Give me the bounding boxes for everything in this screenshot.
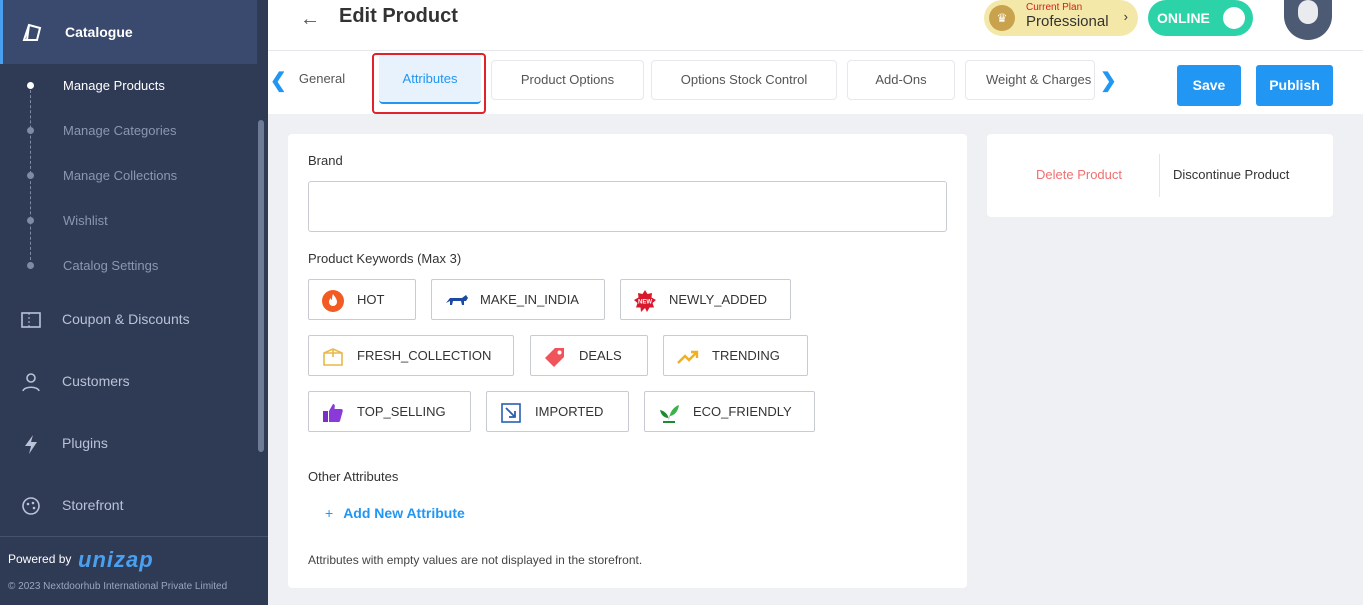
tab-product-options[interactable]: Product Options	[491, 60, 644, 100]
keyword-chip-trending[interactable]: TRENDING	[663, 335, 808, 376]
sidebar-item-catalogue[interactable]: Catalogue	[0, 0, 257, 64]
sidebar-item-label: Catalogue	[65, 24, 133, 40]
lion-icon	[444, 289, 468, 311]
powered-by-label: Powered by	[8, 552, 72, 566]
brand-label: Brand	[308, 153, 343, 168]
import-icon	[499, 401, 523, 423]
keyword-label: TOP_SELLING	[357, 404, 446, 419]
keyword-label: MAKE_IN_INDIA	[480, 292, 579, 307]
brand-input[interactable]	[308, 181, 947, 232]
box-icon	[321, 345, 345, 367]
page-title: Edit Product	[339, 5, 458, 27]
submenu-manage-categories[interactable]: Manage Categories	[63, 123, 176, 138]
divider	[1159, 154, 1160, 197]
keyword-chip-fresh-collection[interactable]: FRESH_COLLECTION	[308, 335, 514, 376]
plus-icon: +	[325, 505, 334, 521]
keyword-label: DEALS	[579, 348, 622, 363]
keyword-chip-newly-added[interactable]: NEW NEWLY_ADDED	[620, 279, 791, 320]
catalogue-icon	[21, 22, 43, 47]
keyword-label: HOT	[357, 292, 385, 307]
add-new-attribute-button[interactable]: + Add New Attribute	[325, 505, 465, 521]
tag-icon	[543, 345, 567, 367]
submenu-dot	[27, 217, 34, 224]
tab-add-ons[interactable]: Add-Ons	[847, 60, 955, 100]
keyword-chip-imported[interactable]: IMPORTED	[486, 391, 629, 432]
keyword-label: NEWLY_ADDED	[669, 292, 768, 307]
submenu-manage-collections[interactable]: Manage Collections	[63, 168, 177, 183]
tab-general[interactable]: General	[284, 60, 360, 100]
sidebar-footer: Powered by unizap © 2023 Nextdoorhub Int…	[0, 536, 268, 605]
publish-button[interactable]: Publish	[1256, 65, 1333, 106]
keyword-label: ECO_FRIENDLY	[693, 404, 792, 419]
plan-name: Professional	[1026, 13, 1109, 30]
keyword-chip-eco-friendly[interactable]: ECO_FRIENDLY	[644, 391, 815, 432]
keyword-chip-hot[interactable]: HOT	[308, 279, 416, 320]
attributes-note: Attributes with empty values are not dis…	[308, 553, 643, 567]
current-plan-badge[interactable]: ♛ Current Plan Professional ›	[984, 0, 1138, 36]
tab-highlight-box	[372, 53, 486, 114]
sidebar: Catalogue Manage Products Manage Categor…	[0, 0, 268, 605]
tabs-scroll-right-icon[interactable]: ❯	[1100, 68, 1117, 93]
submenu-dot	[27, 262, 34, 269]
sidebar-item-customers[interactable]: Customers	[62, 373, 130, 389]
add-new-attribute-label: Add New Attribute	[343, 505, 465, 521]
palette-icon	[20, 496, 42, 521]
save-button[interactable]: Save	[1177, 65, 1241, 106]
submenu-dot	[27, 127, 34, 134]
other-attributes-label: Other Attributes	[308, 469, 399, 484]
keyword-chip-make-in-india[interactable]: MAKE_IN_INDIA	[431, 279, 605, 320]
new-badge-icon: NEW	[633, 289, 657, 312]
crown-icon: ♛	[989, 5, 1015, 31]
chevron-right-icon: ›	[1123, 9, 1128, 24]
toggle-knob	[1223, 7, 1245, 29]
back-arrow-icon[interactable]: ←	[300, 8, 320, 31]
keyword-chip-top-selling[interactable]: TOP_SELLING	[308, 391, 471, 432]
copyright-text: © 2023 Nextdoorhub International Private…	[8, 581, 228, 592]
svg-text:NEW: NEW	[638, 300, 652, 306]
online-status: ONLINE	[1157, 10, 1210, 26]
plan-label: Current Plan	[1026, 2, 1083, 13]
sidebar-item-storefront[interactable]: Storefront	[62, 497, 123, 513]
trend-up-icon	[676, 345, 700, 367]
sidebar-item-coupons[interactable]: Coupon & Discounts	[62, 311, 190, 327]
keyword-label: TRENDING	[712, 348, 780, 363]
keyword-label: FRESH_COLLECTION	[357, 348, 492, 363]
keyword-label: IMPORTED	[535, 404, 604, 419]
submenu-dot	[27, 82, 34, 89]
submenu-catalog-settings[interactable]: Catalog Settings	[63, 258, 158, 273]
submenu-wishlist[interactable]: Wishlist	[63, 213, 108, 228]
sidebar-item-plugins[interactable]: Plugins	[62, 435, 108, 451]
lightning-icon	[20, 434, 42, 459]
delete-product-button[interactable]: Delete Product	[1036, 167, 1122, 182]
leaf-icon	[657, 401, 681, 423]
thumbs-up-icon	[321, 401, 345, 423]
online-toggle[interactable]: ONLINE	[1148, 0, 1253, 36]
tab-options-stock-control[interactable]: Options Stock Control	[651, 60, 837, 100]
keyword-chip-deals[interactable]: DEALS	[530, 335, 648, 376]
keywords-label: Product Keywords (Max 3)	[308, 251, 462, 266]
submenu-dot	[27, 172, 34, 179]
sidebar-scrollbar[interactable]	[258, 120, 264, 452]
unizap-logo: unizap	[78, 547, 154, 572]
user-icon	[20, 372, 42, 397]
submenu-manage-products[interactable]: Manage Products	[63, 78, 165, 93]
coupon-icon	[20, 310, 42, 335]
fire-icon	[321, 289, 345, 312]
tab-weight-charges[interactable]: Weight & Charges	[965, 60, 1095, 100]
discontinue-product-button[interactable]: Discontinue Product	[1173, 167, 1289, 182]
